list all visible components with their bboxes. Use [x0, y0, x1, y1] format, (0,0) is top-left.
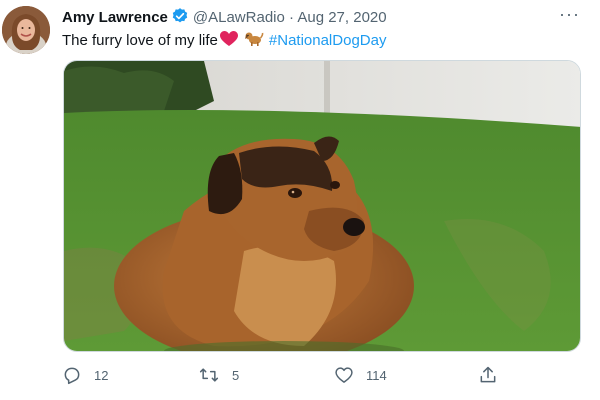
- more-icon[interactable]: ···: [559, 5, 580, 23]
- share-button[interactable]: [478, 364, 498, 386]
- tweet-photo[interactable]: [63, 60, 581, 352]
- retweet-button[interactable]: 5: [198, 364, 239, 386]
- reply-button[interactable]: 12: [62, 364, 108, 386]
- share-icon: [478, 365, 498, 385]
- tweet-text: The furry love of my life #NationalDogDay: [62, 29, 386, 53]
- dog-emoji: [244, 29, 264, 53]
- verified-badge-icon: [171, 7, 189, 31]
- reply-count: 12: [94, 367, 109, 383]
- dot-separator: ·: [289, 9, 295, 26]
- author-name[interactable]: Amy Lawrence: [62, 9, 168, 26]
- tweet-header: Amy Lawrence @ALawRadio · Aug 27, 2020: [62, 7, 580, 27]
- like-count: 114: [366, 367, 387, 383]
- heart-emoji: [219, 31, 238, 53]
- tweet-actions: 12 5 114: [62, 364, 502, 388]
- like-icon: [334, 365, 354, 385]
- author-handle[interactable]: @ALawRadio: [193, 9, 285, 26]
- retweet-count: 5: [232, 367, 240, 383]
- avatar[interactable]: [2, 6, 50, 54]
- dog-photo-image: [64, 61, 580, 351]
- avatar-photo: [2, 6, 50, 54]
- reply-icon: [62, 365, 82, 385]
- tweet-body: The furry love of my life: [62, 32, 218, 49]
- retweet-icon: [198, 365, 220, 385]
- tweet-date[interactable]: Aug 27, 2020: [297, 9, 386, 26]
- like-button[interactable]: 114: [334, 364, 387, 386]
- hashtag-link[interactable]: #NationalDogDay: [269, 32, 387, 49]
